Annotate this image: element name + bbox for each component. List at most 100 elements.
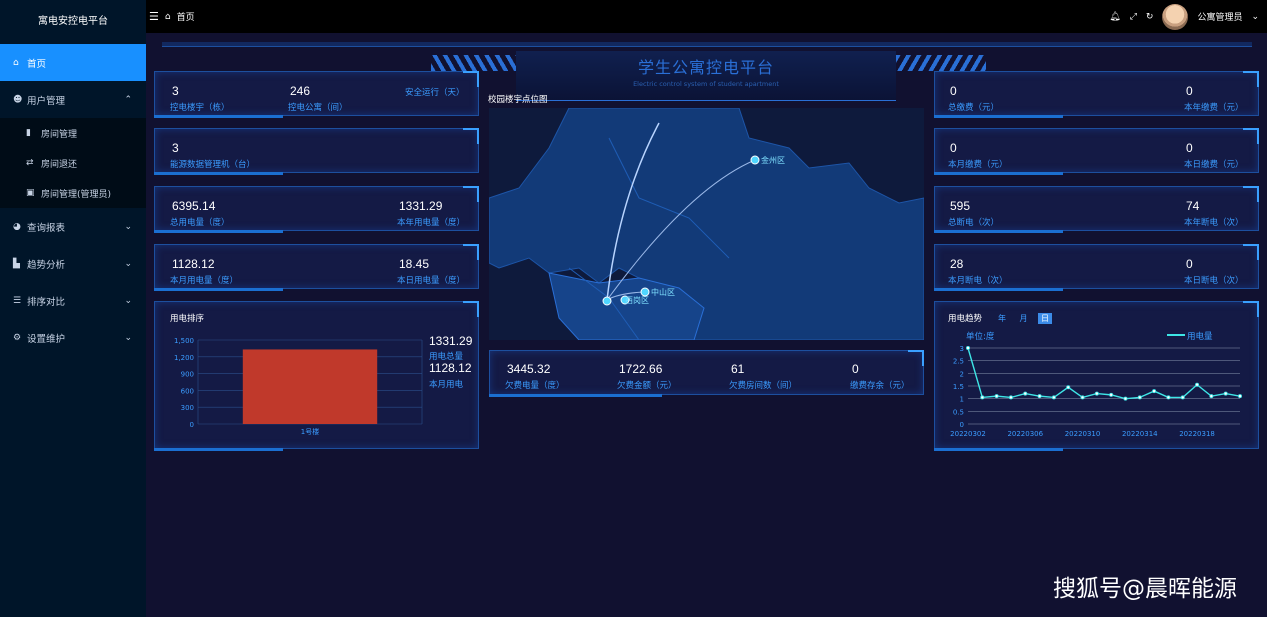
avatar[interactable] <box>1162 3 1189 30</box>
fullscreen-icon[interactable]: ⤢ <box>1130 12 1137 22</box>
year-pay-label: 本年缴费（元） <box>1184 103 1244 113</box>
nav-rank-compare[interactable]: ☰ 排序对比 ⌄ <box>0 282 146 319</box>
panel-usage-ranking: 用电排序 0 300 600 900 1,200 1,500 1号楼 1331.29 用电总… <box>154 301 479 451</box>
bell-icon[interactable]: 🔔︎ <box>1109 12 1120 22</box>
panel-total-use: 6395.14 总用电量（度） 1331.29 本年用电量（度） <box>154 186 479 233</box>
header-strip-line <box>162 42 1252 47</box>
top-bar: ☰ ⌂ 首页 🔔︎ ⤢ ↻ 公寓管理员 ⌄ <box>146 0 1267 33</box>
nav-settings[interactable]: ⚙ 设置维护 ⌄ <box>0 319 146 356</box>
nav-room-label: 房间管理 <box>41 129 78 140</box>
tab-month[interactable]: 月 <box>1017 313 1031 324</box>
ranking-title: 用电排序 <box>170 314 205 324</box>
watermark: 搜狐号@晨晖能源 <box>1053 576 1237 602</box>
total-cut-label: 总断电（次） <box>948 218 1000 228</box>
nav-user-label: 用户管理 <box>27 95 66 107</box>
line-y-tick: 0.5 <box>953 408 964 416</box>
title-banner: 学生公寓控电平台 Electric control system of stud… <box>516 51 896 101</box>
line-x-tick: 20220314 <box>1122 430 1158 438</box>
chevron-up-icon: ⌃ <box>124 94 132 105</box>
total-use-value: 6395.14 <box>172 199 216 213</box>
sidebar: 寓电安控电平台 ⌂ 首页 ☻ 用户管理 ⌃ ▮ 房间管理 ⇄ 房间退还 ▣ 房间管理(管理员… <box>0 0 146 617</box>
legend-swatch <box>1167 334 1185 336</box>
chevron-down-icon[interactable]: ⌄ <box>1251 12 1259 22</box>
nav-room-management[interactable]: ▮ 房间管理 <box>0 118 146 148</box>
panel-power-cuts-month: 28 本月断电（次） 0 本日断电（次） <box>934 244 1259 291</box>
owe-money-value: 1722.66 <box>619 362 663 376</box>
year-use-value: 1331.29 <box>399 199 443 213</box>
map-label-xigang: 西岗区 <box>625 296 649 305</box>
rank-total-value: 1331.29 <box>429 334 473 348</box>
day-pay-label: 本日缴费（元） <box>1184 160 1244 170</box>
id-card-icon: ▣ <box>26 188 35 198</box>
day-use-label: 本日用电量（度） <box>397 276 466 286</box>
trend-tabs: 年 月 日 <box>991 311 1052 324</box>
chevron-down-icon: ⌄ <box>124 221 132 232</box>
nav-query-report[interactable]: ◕ 查询报表 ⌄ <box>0 208 146 245</box>
rank-month-label: 本月用电 <box>429 380 464 390</box>
trend-point <box>1123 396 1128 401</box>
trend-point <box>1080 395 1085 400</box>
map-point-zhongshan <box>640 287 650 297</box>
line-x-tick: 20220318 <box>1179 430 1215 438</box>
tab-day[interactable]: 日 <box>1038 313 1052 324</box>
line-y-tick: 1.5 <box>953 383 964 391</box>
total-pay-value: 0 <box>950 84 957 98</box>
area-chart-icon: ▙ <box>13 258 20 269</box>
day-cut-value: 0 <box>1186 257 1193 271</box>
user-name[interactable]: 公寓管理员 <box>1197 10 1242 23</box>
map-title: 校园楼宇点位图 <box>488 95 548 105</box>
nav-checkout-label: 房间退还 <box>41 159 78 170</box>
day-use-value: 18.45 <box>399 257 430 271</box>
line-x-tick: 20220302 <box>950 430 986 438</box>
nav-user-management[interactable]: ☻ 用户管理 ⌃ <box>0 81 146 118</box>
trend-point <box>1037 394 1042 399</box>
nav-room-management-admin[interactable]: ▣ 房间管理(管理员) <box>0 178 146 208</box>
tab-year[interactable]: 年 <box>995 313 1009 324</box>
panel-buildings: 3 控电楼宇（栋） 246 控电公寓（间） 安全运行（天） <box>154 71 479 118</box>
buildings-value: 3 <box>172 84 179 98</box>
chevron-down-icon: ⌄ <box>124 295 132 306</box>
trend-point <box>1180 395 1185 400</box>
users-icon: ☻ <box>13 94 23 105</box>
nav-home-label: 首页 <box>27 58 47 70</box>
panel-usage-trend: 用电趋势 年 月 日 单位:度 用电量 0 0.5 1 1.5 2 2.5 3 2022030… <box>934 301 1259 451</box>
owe-money-label: 欠费金额（元） <box>617 381 677 391</box>
apartments-value: 246 <box>290 84 311 98</box>
trend-point <box>1166 395 1171 400</box>
refresh-icon[interactable]: ↻ <box>1146 12 1154 22</box>
panel-power-cuts: 595 总断电（次） 74 本年断电（次） <box>934 186 1259 233</box>
bar-y-tick: 900 <box>181 371 194 379</box>
day-pay-value: 0 <box>1186 141 1193 155</box>
trend-point <box>1195 382 1200 387</box>
trend-title: 用电趋势 <box>948 314 983 324</box>
home-icon: ⌂ <box>13 57 19 68</box>
nav-report-label: 查询报表 <box>27 222 66 234</box>
app-logo-title: 寓电安控电平台 <box>38 16 108 27</box>
trend-point <box>1008 395 1013 400</box>
energy-mgr-value: 3 <box>172 141 179 155</box>
trend-point <box>1152 389 1157 394</box>
panel-arrears: 3445.32 欠费电量（度） 1722.66 欠费金额（元） 61 欠费房间数… <box>489 350 924 397</box>
menu-toggle-icon[interactable]: ☰ <box>149 10 159 23</box>
line-x-tick: 20220306 <box>1007 430 1043 438</box>
month-cut-label: 本月断电（次） <box>948 276 1008 286</box>
owe-power-label: 欠费电量（度） <box>505 381 565 391</box>
chevron-down-icon: ⌄ <box>124 258 132 269</box>
chevron-down-icon: ⌄ <box>124 332 132 343</box>
total-pay-label: 总缴费（元） <box>948 103 1000 113</box>
nav-home[interactable]: ⌂ 首页 <box>0 44 146 81</box>
total-use-label: 总用电量（度） <box>170 218 230 228</box>
map-label-zhongshan: 中山区 <box>651 287 675 297</box>
trend-point <box>1209 394 1214 399</box>
campus-map[interactable]: 金州区 中山区 西岗区 <box>489 108 924 340</box>
nav-room-checkout[interactable]: ⇄ 房间退还 <box>0 148 146 178</box>
trend-point <box>965 346 970 351</box>
line-y-tick: 0 <box>960 421 964 429</box>
balance-label: 缴费存余（元） <box>850 381 910 391</box>
nav-room-admin-label: 房间管理(管理员) <box>41 189 112 200</box>
nav-trend-analysis[interactable]: ▙ 趋势分析 ⌄ <box>0 245 146 282</box>
line-y-tick: 3 <box>960 345 964 353</box>
trend-point <box>1137 395 1142 400</box>
gears-icon: ⚙ <box>13 332 22 343</box>
dashboard-main: 学生公寓控电平台 Electric control system of stud… <box>146 33 1267 617</box>
